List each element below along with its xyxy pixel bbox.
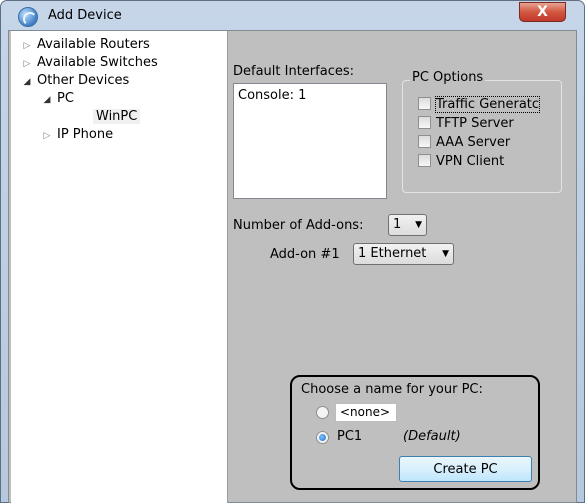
option-vpn-client[interactable]: VPN Client bbox=[418, 154, 504, 172]
dropdown-value: 1 bbox=[393, 217, 402, 232]
addon-1-dropdown[interactable]: 1 Ethernet ▼ bbox=[353, 243, 454, 265]
create-pc-button[interactable]: Create PC bbox=[399, 456, 532, 482]
option-label: TFTP Server bbox=[436, 116, 514, 131]
addon-1-label: Add-on #1 bbox=[270, 247, 340, 262]
tree-item-available-routers[interactable]: ▷ Available Routers bbox=[21, 36, 150, 54]
device-tree[interactable]: ▷ Available Routers ▷ Available Switches ◢… bbox=[11, 31, 228, 503]
tree-item-label: WinPC bbox=[93, 109, 141, 124]
addons-count-dropdown[interactable]: 1 ▼ bbox=[388, 214, 427, 236]
list-item[interactable]: Console: 1 bbox=[238, 88, 306, 103]
expand-arrow-icon[interactable]: ▷ bbox=[41, 127, 53, 145]
option-tftp-server[interactable]: TFTP Server bbox=[418, 116, 514, 134]
addons-count-label: Number of Add-ons: bbox=[233, 218, 364, 233]
default-interfaces-label: Default Interfaces: bbox=[233, 64, 354, 79]
chevron-down-icon: ▼ bbox=[415, 220, 422, 230]
tree-item-available-switches[interactable]: ▷ Available Switches bbox=[21, 54, 158, 72]
tree-item-pc[interactable]: ◢ PC bbox=[41, 90, 74, 108]
checkbox[interactable] bbox=[418, 135, 431, 148]
default-note: (Default) bbox=[403, 429, 461, 444]
radio-default-name[interactable] bbox=[316, 431, 329, 444]
collapse-arrow-icon[interactable]: ◢ bbox=[41, 91, 53, 109]
option-label: AAA Server bbox=[436, 135, 511, 150]
packet-tracer-icon bbox=[18, 7, 38, 27]
window-title: Add Device bbox=[48, 8, 122, 23]
checkbox[interactable] bbox=[418, 154, 431, 167]
tree-item-label: Other Devices bbox=[37, 73, 130, 88]
default-interfaces-list[interactable]: Console: 1 bbox=[233, 83, 387, 199]
pc-options-title: PC Options bbox=[410, 70, 486, 85]
option-label: VPN Client bbox=[436, 154, 505, 169]
tree-item-other-devices[interactable]: ◢ Other Devices bbox=[21, 72, 130, 91]
option-aaa-server[interactable]: AAA Server bbox=[418, 135, 510, 153]
tree-item-ip-phone[interactable]: ▷ IP Phone bbox=[41, 126, 114, 145]
checkbox[interactable] bbox=[418, 97, 431, 110]
title-bar[interactable]: Add Device X bbox=[1, 1, 584, 31]
chevron-down-icon: ▼ bbox=[442, 249, 449, 259]
close-button[interactable]: X bbox=[519, 2, 566, 22]
tree-item-winpc[interactable]: WinPC bbox=[93, 108, 141, 126]
tree-item-label: Available Routers bbox=[37, 37, 150, 52]
radio-custom-name[interactable] bbox=[316, 406, 329, 419]
tree-item-label: IP Phone bbox=[57, 127, 114, 142]
collapse-arrow-icon[interactable]: ◢ bbox=[21, 73, 33, 91]
checkbox[interactable] bbox=[418, 116, 431, 129]
pc-name-title: Choose a name for your PC: bbox=[301, 382, 483, 397]
expand-arrow-icon[interactable]: ▷ bbox=[21, 37, 33, 55]
default-name-label: PC1 bbox=[337, 429, 363, 444]
option-traffic-generator[interactable]: Traffic Generatc bbox=[418, 96, 541, 115]
tree-item-label: Available Switches bbox=[37, 55, 158, 70]
pc-name-input[interactable]: <none> bbox=[335, 403, 397, 422]
dropdown-value: 1 Ethernet bbox=[358, 246, 427, 261]
tree-item-label: PC bbox=[57, 91, 74, 106]
expand-arrow-icon[interactable]: ▷ bbox=[21, 55, 33, 73]
option-label: Traffic Generatc bbox=[434, 96, 541, 113]
